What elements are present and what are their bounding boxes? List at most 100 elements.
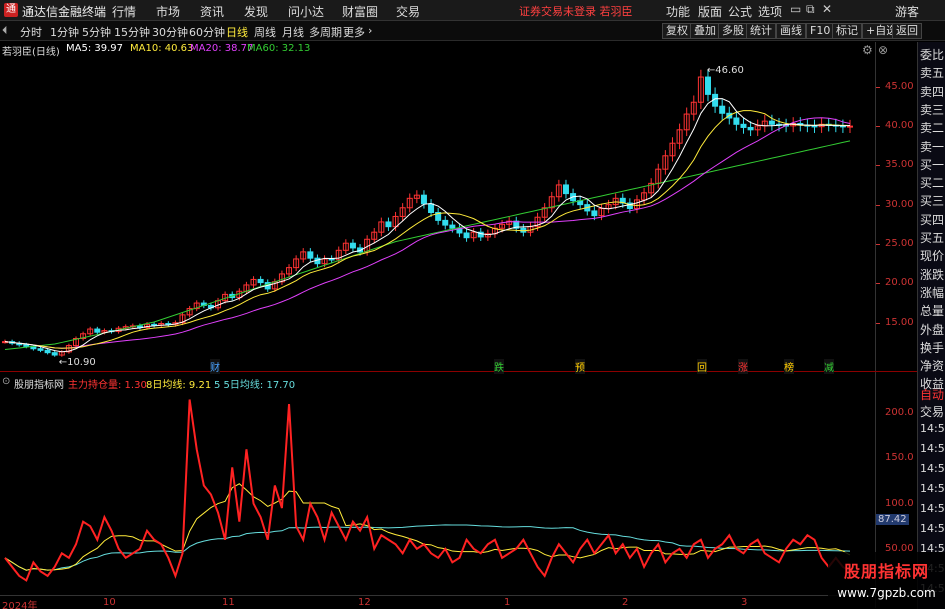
- candle-body[interactable]: [562, 184, 569, 195]
- period-monthly[interactable]: 月线: [282, 24, 304, 40]
- menu-news[interactable]: 资讯: [200, 3, 224, 20]
- tick-time: 14:56: [920, 422, 945, 435]
- panel-tab[interactable]: 自动: [920, 386, 944, 403]
- candle-body[interactable]: [704, 76, 711, 95]
- candlestick-chart[interactable]: ←46.60 ←10.90: [0, 55, 860, 370]
- event-tag[interactable]: 跌: [494, 359, 504, 374]
- price-tick: 20.00: [885, 277, 914, 289]
- watermark-url: www.7gpzb.com: [837, 586, 936, 600]
- period-weekly[interactable]: 周线: [254, 24, 276, 40]
- event-tag[interactable]: 榜: [784, 359, 794, 374]
- back-arrow-icon[interactable]: ⏴: [2, 24, 8, 38]
- order-book-label: 换手: [920, 340, 945, 355]
- panel-tab[interactable]: 交易: [920, 403, 944, 420]
- period-15min[interactable]: 15分钟: [114, 24, 150, 40]
- overlay-button[interactable]: 叠加: [690, 23, 720, 39]
- price-tick-mark: [876, 125, 880, 127]
- login-warning[interactable]: 证券交易未登录 若羽臣: [519, 3, 633, 19]
- candle-body[interactable]: [747, 126, 754, 131]
- order-book-label: 卖三: [920, 102, 945, 117]
- period-1min[interactable]: 1分钟: [50, 24, 79, 40]
- period-tick[interactable]: 分时: [20, 24, 42, 40]
- ma5-label: MA5: 39.97: [66, 43, 124, 54]
- candle-body[interactable]: [740, 123, 747, 128]
- period-multi[interactable]: 多周期: [309, 24, 342, 40]
- ma20-label: MA20: 38.77: [190, 43, 254, 54]
- multi-stock-button[interactable]: 多股: [718, 23, 748, 39]
- candle-body[interactable]: [44, 349, 51, 354]
- candle-body[interactable]: [51, 352, 58, 356]
- price-tick-mark: [876, 244, 880, 245]
- price-tick: 15.00: [885, 316, 914, 328]
- event-tag[interactable]: 涨: [738, 359, 748, 374]
- period-daily[interactable]: 日线: [226, 24, 248, 40]
- period-more[interactable]: 更多: [343, 24, 365, 40]
- draw-button[interactable]: 画线: [776, 23, 806, 39]
- menu-formula[interactable]: 公式: [728, 3, 752, 20]
- candle-body[interactable]: [328, 258, 335, 261]
- candle-body[interactable]: [591, 210, 598, 217]
- menu-market[interactable]: 市场: [156, 3, 180, 20]
- stats-button[interactable]: 统计: [746, 23, 776, 39]
- candle-body[interactable]: [23, 344, 30, 347]
- candle-body[interactable]: [847, 125, 853, 128]
- title-bar: 通 通达信金融终端 行情 市场 资讯 发现 问小达 财富圈 交易 证券交易未登录…: [0, 0, 945, 21]
- event-tag[interactable]: 回: [697, 359, 707, 374]
- candle-body[interactable]: [811, 125, 818, 128]
- candle-body[interactable]: [307, 251, 314, 259]
- order-book-label: 买三: [920, 194, 945, 209]
- menu-layout[interactable]: 版面: [698, 3, 722, 20]
- event-tag[interactable]: 预: [575, 359, 585, 374]
- event-tag[interactable]: 减: [824, 359, 834, 374]
- order-book-label: 涨跌: [920, 267, 945, 282]
- candle-body[interactable]: [428, 203, 435, 213]
- candle-body[interactable]: [151, 323, 158, 326]
- candle-body[interactable]: [768, 120, 775, 125]
- settings-gear-icon[interactable]: ⚙: [862, 43, 873, 57]
- menu-trade[interactable]: 交易: [396, 3, 420, 20]
- candle-body[interactable]: [442, 219, 449, 226]
- guest-user[interactable]: 游客: [895, 3, 919, 20]
- adjust-button[interactable]: 复权: [662, 23, 692, 39]
- candle-body[interactable]: [449, 224, 456, 229]
- event-tag[interactable]: 财: [210, 359, 220, 374]
- menu-quotes[interactable]: 行情: [112, 3, 136, 20]
- candle-body[interactable]: [37, 348, 44, 351]
- period-5min[interactable]: 5分钟: [82, 24, 111, 40]
- candle-body[interactable]: [257, 278, 264, 284]
- candle-body[interactable]: [463, 232, 470, 239]
- close-icon[interactable]: ✕: [822, 2, 832, 16]
- time-tick-mar: 3: [741, 597, 748, 608]
- order-book-label: 卖五: [920, 66, 945, 81]
- ma60-line: [4, 140, 851, 351]
- candle-body[interactable]: [719, 105, 726, 114]
- order-book-label: 总量: [920, 304, 945, 319]
- panel-close-icon[interactable]: ⊗: [878, 43, 888, 57]
- restore-icon[interactable]: ⧉: [806, 2, 815, 17]
- period-30min[interactable]: 30分钟: [152, 24, 188, 40]
- period-60min[interactable]: 60分钟: [189, 24, 225, 40]
- menu-wealth-circle[interactable]: 财富圈: [342, 3, 378, 20]
- menu-discover[interactable]: 发现: [244, 3, 268, 20]
- price-tick: 25.00: [885, 238, 914, 249]
- menu-function[interactable]: 功能: [666, 3, 690, 20]
- menu-wenxiaoda[interactable]: 问小达: [288, 3, 324, 20]
- minimize-icon[interactable]: ▭: [790, 2, 801, 16]
- candle-body[interactable]: [349, 242, 356, 249]
- order-book-label: 卖二: [920, 121, 945, 136]
- mark-button[interactable]: 标记: [832, 23, 862, 39]
- price-tick: 35.00: [885, 159, 914, 171]
- candle-body[interactable]: [733, 117, 740, 125]
- indicator-chart[interactable]: [0, 386, 860, 594]
- order-book-label: 买四: [920, 212, 945, 227]
- ma10-line: [4, 110, 851, 349]
- candle-body[interactable]: [420, 194, 427, 205]
- f10-button[interactable]: F10: [806, 23, 835, 39]
- menu-options[interactable]: 选项: [758, 3, 782, 20]
- tick-time: 14:56: [920, 462, 945, 475]
- time-tick-oct: 10: [103, 597, 116, 608]
- candle-body[interactable]: [385, 221, 392, 228]
- back-button[interactable]: 返回: [892, 23, 922, 39]
- chevron-right-icon[interactable]: ›: [368, 24, 372, 37]
- candle-body[interactable]: [94, 328, 101, 333]
